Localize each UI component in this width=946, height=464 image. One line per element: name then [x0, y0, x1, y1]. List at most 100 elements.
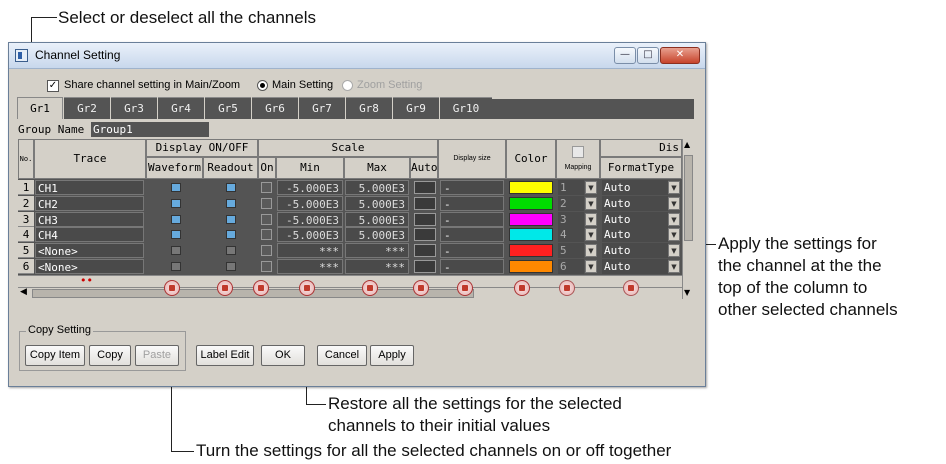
chevron-down-icon[interactable]: ▼: [585, 181, 597, 194]
title-bar[interactable]: Channel Setting — □ ✕: [9, 43, 705, 69]
readout-toggle[interactable]: [226, 230, 236, 239]
restore-auto-button[interactable]: [413, 280, 429, 296]
scale-max-field[interactable]: 5.000E3: [345, 196, 409, 211]
tab-gr6[interactable]: Gr6: [252, 97, 298, 119]
scroll-down-icon[interactable]: ▼: [684, 288, 690, 297]
maximize-icon[interactable]: □: [637, 47, 659, 64]
ok-button[interactable]: OK: [261, 345, 305, 366]
table-row[interactable]: 4 CH4 -5.000E3 5.000E3 - 4 ▼ Auto ▼: [18, 227, 682, 242]
chevron-down-icon[interactable]: ▼: [585, 244, 597, 257]
vertical-scrollbar[interactable]: ▲ ▼: [682, 139, 694, 299]
scale-on-checkbox[interactable]: [261, 214, 272, 225]
tab-gr5[interactable]: Gr5: [205, 97, 251, 119]
chevron-down-icon[interactable]: ▼: [668, 181, 680, 194]
share-checkbox[interactable]: ✓: [47, 80, 59, 92]
chevron-down-icon[interactable]: ▼: [585, 260, 597, 273]
color-swatch[interactable]: [509, 244, 553, 257]
tab-gr2[interactable]: Gr2: [64, 97, 110, 119]
restore-max-button[interactable]: [362, 280, 378, 296]
scale-min-field[interactable]: -5.000E3: [277, 196, 343, 211]
waveform-toggle[interactable]: [171, 183, 181, 192]
display-size-field[interactable]: -: [440, 259, 504, 274]
group-name-input[interactable]: Group1: [91, 122, 209, 137]
chevron-down-icon[interactable]: ▼: [668, 213, 680, 226]
waveform-toggle[interactable]: [171, 246, 181, 255]
horizontal-scrollbar[interactable]: ◀: [18, 287, 682, 299]
format-type-field[interactable]: Auto: [602, 196, 668, 211]
readout-toggle[interactable]: [226, 215, 236, 224]
scale-min-field[interactable]: ***: [277, 243, 343, 258]
scale-auto-checkbox[interactable]: [414, 197, 436, 210]
scale-auto-checkbox[interactable]: [414, 244, 436, 257]
restore-display-size-button[interactable]: [457, 280, 473, 296]
display-size-field[interactable]: -: [440, 180, 504, 195]
mapping-field[interactable]: 6: [558, 259, 584, 274]
waveform-toggle[interactable]: [171, 262, 181, 271]
tab-gr7[interactable]: Gr7: [299, 97, 345, 119]
trace-field[interactable]: CH1: [35, 180, 144, 195]
scale-max-field[interactable]: 5.000E3: [345, 227, 409, 242]
display-size-field[interactable]: -: [440, 212, 504, 227]
tab-gr8[interactable]: Gr8: [346, 97, 392, 119]
scroll-up-icon[interactable]: ▲: [684, 140, 690, 149]
format-type-field[interactable]: Auto: [602, 212, 668, 227]
scale-auto-checkbox[interactable]: [414, 181, 436, 194]
tab-gr3[interactable]: Gr3: [111, 97, 157, 119]
toggle-readout-all-button[interactable]: [217, 280, 233, 296]
apply-button[interactable]: Apply: [370, 345, 414, 366]
scale-on-checkbox[interactable]: [261, 245, 272, 256]
mapping-field[interactable]: 4: [558, 227, 584, 242]
restore-color-button[interactable]: [514, 280, 530, 296]
label-edit-button[interactable]: Label Edit: [196, 345, 254, 366]
toggle-scale-on-all-button[interactable]: [253, 280, 269, 296]
toggle-waveform-all-button[interactable]: [164, 280, 180, 296]
scale-max-field[interactable]: 5.000E3: [345, 180, 409, 195]
display-size-field[interactable]: -: [440, 196, 504, 211]
display-size-field[interactable]: -: [440, 227, 504, 242]
trace-field[interactable]: CH3: [35, 212, 144, 227]
chevron-down-icon[interactable]: ▼: [585, 228, 597, 241]
chevron-down-icon[interactable]: ▼: [585, 213, 597, 226]
table-row[interactable]: 6 <None> *** *** - 6 ▼ Auto ▼: [18, 259, 682, 274]
scale-max-field[interactable]: 5.000E3: [345, 212, 409, 227]
tab-gr4[interactable]: Gr4: [158, 97, 204, 119]
trace-field[interactable]: CH4: [35, 227, 144, 242]
cancel-button[interactable]: Cancel: [317, 345, 367, 366]
readout-toggle[interactable]: [226, 183, 236, 192]
color-swatch[interactable]: [509, 181, 553, 194]
table-row[interactable]: 2 CH2 -5.000E3 5.000E3 - 2 ▼ Auto ▼: [18, 196, 682, 211]
mapping-field[interactable]: 3: [558, 212, 584, 227]
scale-on-checkbox[interactable]: [261, 198, 272, 209]
scale-auto-checkbox[interactable]: [414, 260, 436, 273]
color-swatch[interactable]: [509, 228, 553, 241]
readout-toggle[interactable]: [226, 199, 236, 208]
color-swatch[interactable]: [509, 197, 553, 210]
close-icon[interactable]: ✕: [660, 47, 700, 64]
scroll-left-icon[interactable]: ◀: [20, 287, 27, 297]
waveform-toggle[interactable]: [171, 215, 181, 224]
tab-gr9[interactable]: Gr9: [393, 97, 439, 119]
scale-min-field[interactable]: -5.000E3: [277, 180, 343, 195]
trace-field[interactable]: <None>: [35, 243, 144, 258]
scale-on-checkbox[interactable]: [261, 182, 272, 193]
mapping-field[interactable]: 2: [558, 196, 584, 211]
table-row[interactable]: 1 CH1 -5.000E3 5.000E3 - 1 ▼ Auto ▼: [18, 180, 682, 195]
scale-max-field[interactable]: ***: [345, 243, 409, 258]
main-setting-radio[interactable]: [257, 80, 268, 91]
copy-item-button[interactable]: Copy Item: [25, 345, 85, 366]
scrollbar-thumb[interactable]: [684, 155, 693, 241]
chevron-down-icon[interactable]: ▼: [668, 244, 680, 257]
tab-gr10[interactable]: Gr10: [440, 97, 492, 119]
format-type-field[interactable]: Auto: [602, 227, 668, 242]
tab-gr1[interactable]: Gr1: [17, 97, 63, 119]
apply-mapping-button[interactable]: [559, 280, 575, 296]
scale-on-checkbox[interactable]: [261, 261, 272, 272]
trace-field[interactable]: <None>: [35, 259, 144, 274]
color-swatch[interactable]: [509, 213, 553, 226]
mapping-all-checkbox[interactable]: [572, 146, 584, 158]
chevron-down-icon[interactable]: ▼: [668, 228, 680, 241]
waveform-toggle[interactable]: [171, 199, 181, 208]
scale-min-field[interactable]: -5.000E3: [277, 227, 343, 242]
mapping-field[interactable]: 5: [558, 243, 584, 258]
copy-button[interactable]: Copy: [89, 345, 131, 366]
